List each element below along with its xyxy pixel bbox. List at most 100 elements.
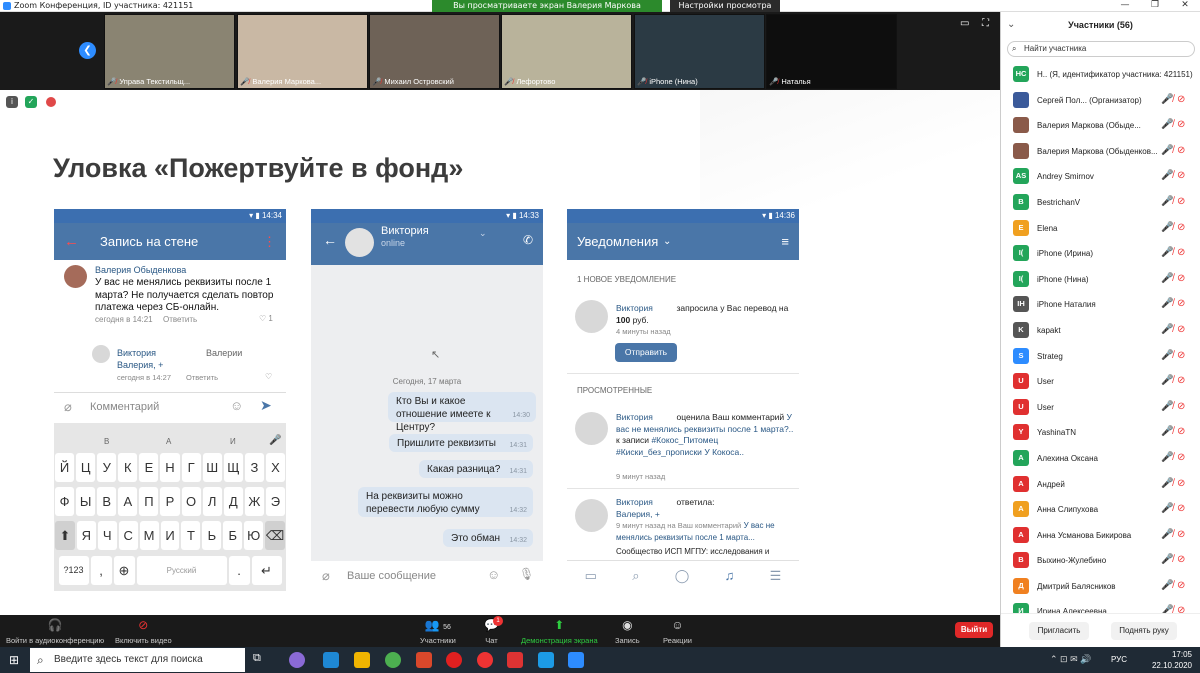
kb-key[interactable]: Ю (244, 521, 264, 550)
participant-row[interactable]: B BestrichanV 🎤̸ ⊘ (1001, 190, 1200, 216)
kb-comma-key[interactable]: , (90, 556, 112, 585)
reply-link[interactable]: Ответить (163, 315, 197, 324)
kb-num-key[interactable]: ?123 (58, 556, 89, 585)
mic-icon[interactable]: 🎙 (519, 567, 534, 581)
kb-key[interactable]: Х (265, 453, 286, 482)
message-input[interactable]: Ваше сообщение (347, 570, 436, 582)
kb-enter-icon[interactable]: ↵ (251, 556, 282, 585)
language-indicator[interactable]: РУС (1111, 655, 1127, 664)
app-icon[interactable] (538, 652, 554, 668)
kb-globe-icon[interactable]: ⊕ (113, 556, 135, 585)
kb-key[interactable]: Л (202, 487, 222, 516)
chrome-icon[interactable] (385, 652, 401, 668)
participant-row[interactable]: А Андрей 🎤̸ ⊘ (1001, 472, 1200, 498)
kb-key[interactable]: Ч (97, 521, 117, 550)
share-screen-button[interactable]: ⬆ Демонстрация экрана (521, 618, 598, 645)
notif-2-tail[interactable]: У Кокоса.. (704, 447, 744, 457)
kb-key[interactable]: Ы (76, 487, 96, 516)
like-icon[interactable]: ♡ (259, 314, 266, 323)
kb-key[interactable]: Ц (76, 453, 96, 482)
task-view-icon[interactable]: ⧉ (253, 652, 269, 668)
kb-key[interactable]: М (139, 521, 159, 550)
more-icon[interactable]: ⋮ (263, 223, 276, 260)
attach-icon[interactable]: ⌀ (322, 568, 330, 584)
video-thumbnail[interactable]: 🎤̸ iPhone (Нина) (634, 14, 765, 89)
kb-key[interactable]: З (244, 453, 264, 482)
participant-row[interactable]: А Анна Усманова Бикирова 🎤̸ ⊘ (1001, 523, 1200, 549)
clock[interactable]: 17:05 22.10.2020 (1152, 649, 1192, 671)
participant-row[interactable]: U User 🎤̸ ⊘ (1001, 369, 1200, 395)
video-thumbnail[interactable]: 🎤̸ Наталья (766, 14, 897, 89)
tray-icons[interactable]: ⌃ ⊡ ✉ 🔊 (1050, 654, 1091, 665)
send-icon[interactable]: ➤ (260, 397, 272, 414)
participant-row[interactable]: AS Andrey Smirnov 🎤̸ ⊘ (1001, 164, 1200, 190)
windows-start-icon[interactable]: ⊞ (9, 653, 19, 667)
layout-icon[interactable]: ▭ (960, 18, 969, 29)
notifications-icon[interactable]: ♫ (725, 561, 735, 591)
explorer-icon[interactable] (354, 652, 370, 668)
leave-button[interactable]: Выйти (955, 622, 993, 638)
participant-row[interactable]: Kkapakt 🎤̸ ⊘ (1001, 318, 1200, 344)
kb-key[interactable]: Я (76, 521, 96, 550)
send-money-button[interactable]: Отправить (615, 343, 677, 362)
kb-key[interactable]: К (118, 453, 138, 482)
chevron-down-icon[interactable]: ⌄ (479, 215, 487, 252)
collapse-icon[interactable]: ⌄ (1007, 19, 1015, 30)
kb-backspace-icon[interactable]: ⌫ (265, 521, 285, 550)
strip-prev-button[interactable]: ❮ (79, 42, 96, 59)
kb-key[interactable]: Р (160, 487, 180, 516)
participant-row[interactable]: U User 🎤̸ ⊘ (1001, 395, 1200, 421)
notif-2-name[interactable]: Виктория (616, 412, 653, 422)
participant-row[interactable]: В Выхино-Жулебино 🎤̸ ⊘ (1001, 548, 1200, 574)
security-shield-icon[interactable]: ✓ (25, 96, 37, 108)
kb-key[interactable]: Д (223, 487, 243, 516)
notif-1-name[interactable]: Виктория (616, 303, 653, 313)
video-thumbnail[interactable]: 🎤̸ Лефортово (501, 14, 632, 89)
filter-icon[interactable]: ≡ (781, 223, 789, 260)
kb-suggest-2[interactable]: А (166, 437, 171, 446)
kb-key[interactable]: Б (223, 521, 243, 550)
post-author[interactable]: Валерия Обыденкова (95, 265, 186, 275)
kb-key[interactable]: С (118, 521, 138, 550)
reactions-button[interactable]: ☺ Реакции (663, 618, 692, 645)
start-video-button[interactable]: ⊘ Включить видео (115, 618, 172, 645)
back-arrow-icon[interactable]: ← (323, 222, 337, 259)
participant-row[interactable]: НС Н.. (Я, идентификатор участника: 42115… (1001, 62, 1200, 88)
join-audio-button[interactable]: 🎧 Войти в аудиоконференцию (6, 618, 104, 645)
participant-row[interactable]: А Алехина Оксана 🎤̸ ⊘ (1001, 446, 1200, 472)
news-icon[interactable]: ▭ (585, 561, 597, 591)
participants-button[interactable]: 👥 56 Участники (420, 618, 456, 645)
participant-row[interactable]: IH iPhone Наталия 🎤̸ ⊘ (1001, 292, 1200, 318)
alice-icon[interactable] (289, 652, 305, 668)
chevron-down-icon[interactable]: ⌄ (663, 223, 671, 260)
kb-key[interactable]: П (139, 487, 159, 516)
reply-reply-link[interactable]: Ответить (186, 373, 218, 382)
taskbar-search-input[interactable]: ⌕ Введите здесь текст для поиска (30, 648, 245, 672)
kb-shift-icon[interactable]: ⬆ (55, 521, 75, 550)
messages-icon[interactable]: ◯ (675, 561, 690, 591)
app-icon[interactable] (416, 652, 432, 668)
kb-key[interactable]: Й (54, 453, 75, 482)
menu-icon[interactable]: ☰ (770, 561, 782, 591)
kb-suggest-3[interactable]: И (230, 437, 236, 446)
edge-icon[interactable] (323, 652, 339, 668)
maximize-button[interactable]: ❐ (1140, 0, 1170, 12)
emoji-icon[interactable]: ☺ (487, 567, 500, 582)
participant-row[interactable]: I(iPhone (Ирина) 🎤̸ ⊘ (1001, 241, 1200, 267)
kb-key[interactable]: И (160, 521, 180, 550)
info-icon[interactable]: i (6, 96, 18, 108)
kb-key[interactable]: Ш (202, 453, 222, 482)
kb-key[interactable]: Т (181, 521, 201, 550)
kb-key[interactable]: О (181, 487, 201, 516)
attach-icon[interactable]: ⌀ (64, 399, 72, 415)
reply-author[interactable]: Виктория (117, 348, 156, 358)
view-settings-button[interactable]: Настройки просмотра ⌄ (670, 0, 780, 22)
reply-like-icon[interactable]: ♡ (265, 372, 272, 381)
notif-3-name[interactable]: Виктория (616, 497, 653, 507)
opera-icon[interactable] (446, 652, 462, 668)
yandex-browser-icon[interactable] (507, 652, 523, 668)
participant-row[interactable]: E Elena 🎤̸ ⊘ (1001, 216, 1200, 242)
kb-key[interactable]: Н (160, 453, 180, 482)
participant-search-input[interactable]: ⌕ Найти участника (1007, 41, 1195, 57)
kb-key[interactable]: Г (181, 453, 201, 482)
